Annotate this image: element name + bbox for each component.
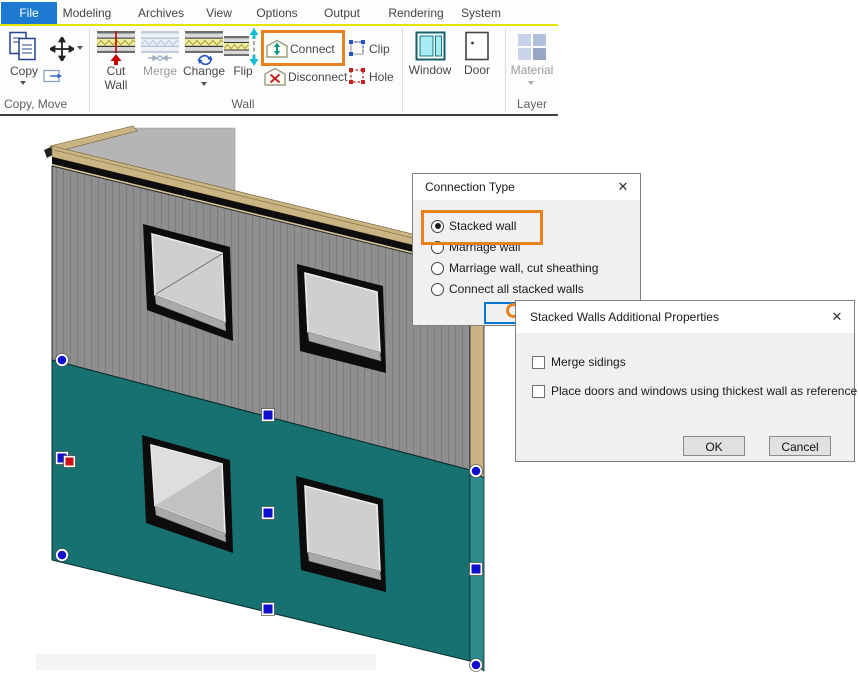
copy-dropdown-caret[interactable]: [20, 81, 26, 85]
tab-rendering[interactable]: Rendering: [380, 2, 452, 24]
checkbox-place-doors-windows[interactable]: Place doors and windows using thickest w…: [532, 384, 857, 398]
material-icon: [517, 33, 547, 61]
tab-view[interactable]: View: [196, 2, 242, 24]
dialog-title: Connection Type: [425, 180, 515, 194]
flip-button[interactable]: Flip: [226, 64, 260, 78]
group-label-layer: Layer: [508, 97, 556, 111]
ok-button[interactable]: OK: [683, 436, 745, 456]
handle-square: [262, 409, 275, 422]
radio-label: Marriage wall, cut sheathing: [449, 261, 598, 275]
close-icon[interactable]: ✕: [820, 301, 854, 333]
group-label-copy-move: Copy, Move: [4, 97, 84, 111]
hole-button[interactable]: Hole: [369, 70, 401, 84]
handle-square: [262, 603, 275, 616]
handle-circle: [470, 659, 483, 672]
tab-system[interactable]: System: [450, 2, 512, 24]
ground-band: [36, 654, 376, 670]
checkbox[interactable]: [532, 356, 545, 369]
tab-underline: [0, 24, 558, 26]
radio-label: Connect all stacked walls: [449, 282, 584, 296]
tab-modeling[interactable]: Modeling: [57, 2, 117, 24]
door-button[interactable]: Door: [461, 63, 493, 77]
checkbox[interactable]: [532, 385, 545, 398]
copy-button[interactable]: Copy: [2, 64, 46, 78]
move-icon[interactable]: [50, 37, 74, 61]
disconnect-icon[interactable]: [264, 67, 286, 86]
handle-circle: [56, 354, 69, 367]
cancel-button[interactable]: Cancel: [769, 436, 831, 456]
paste-to-layer-icon[interactable]: [43, 68, 63, 84]
radio-connect-all-stacked-walls[interactable]: Connect all stacked walls: [431, 282, 584, 296]
merge-icon: [141, 31, 179, 63]
stacked-walls-titlebar[interactable]: Stacked Walls Additional Properties: [516, 301, 854, 333]
window-icon[interactable]: [415, 31, 446, 61]
handle-square: [262, 507, 275, 520]
door-icon[interactable]: [464, 31, 491, 61]
material-button: Material: [505, 63, 559, 77]
clip-button[interactable]: Clip: [369, 42, 397, 56]
radio-button[interactable]: [431, 262, 444, 275]
merge-button: Merge: [137, 64, 183, 78]
group-separator: [402, 28, 403, 112]
move-dropdown-caret[interactable]: [77, 46, 83, 50]
group-label-wall: Wall: [220, 97, 266, 111]
handle-circle: [470, 465, 483, 478]
handle-square: [470, 563, 483, 576]
connect-button[interactable]: Connect: [290, 42, 338, 56]
cut-wall-button[interactable]: Cut Wall: [95, 64, 137, 92]
handle-square-red: [64, 456, 76, 468]
group-separator: [89, 28, 90, 112]
flip-icon[interactable]: [224, 28, 260, 66]
change-dropdown-caret[interactable]: [201, 82, 207, 86]
tab-options[interactable]: Options: [246, 2, 308, 24]
radio-button[interactable]: [431, 283, 444, 296]
cut-wall-icon[interactable]: [97, 31, 135, 65]
checkbox-merge-sidings[interactable]: Merge sidings: [532, 355, 626, 369]
change-icon[interactable]: [185, 31, 223, 65]
material-dropdown-caret: [528, 81, 534, 85]
hole-icon[interactable]: [348, 67, 366, 85]
checkbox-label: Place doors and windows using thickest w…: [551, 384, 857, 398]
ribbon: File Modeling Archives View Options Outp…: [0, 0, 558, 116]
dialog-title: Stacked Walls Additional Properties: [530, 310, 719, 324]
window-button[interactable]: Window: [405, 63, 455, 77]
clip-icon[interactable]: [348, 39, 366, 57]
tab-archives[interactable]: Archives: [130, 2, 192, 24]
handle-circle: [56, 549, 69, 562]
checkbox-label: Merge sidings: [551, 355, 626, 369]
close-icon[interactable]: ✕: [606, 174, 640, 200]
change-button[interactable]: Change: [181, 64, 227, 78]
tab-file[interactable]: File: [1, 2, 57, 24]
stacked-wall-highlight-box: [421, 210, 543, 245]
tab-output[interactable]: Output: [312, 2, 372, 24]
connect-icon[interactable]: [266, 39, 288, 58]
copy-icon[interactable]: [8, 31, 40, 61]
stacked-walls-properties-dialog: Stacked Walls Additional Properties ✕ Me…: [515, 300, 855, 462]
radio-marriage-wall-cut-sheathing[interactable]: Marriage wall, cut sheathing: [431, 261, 598, 275]
